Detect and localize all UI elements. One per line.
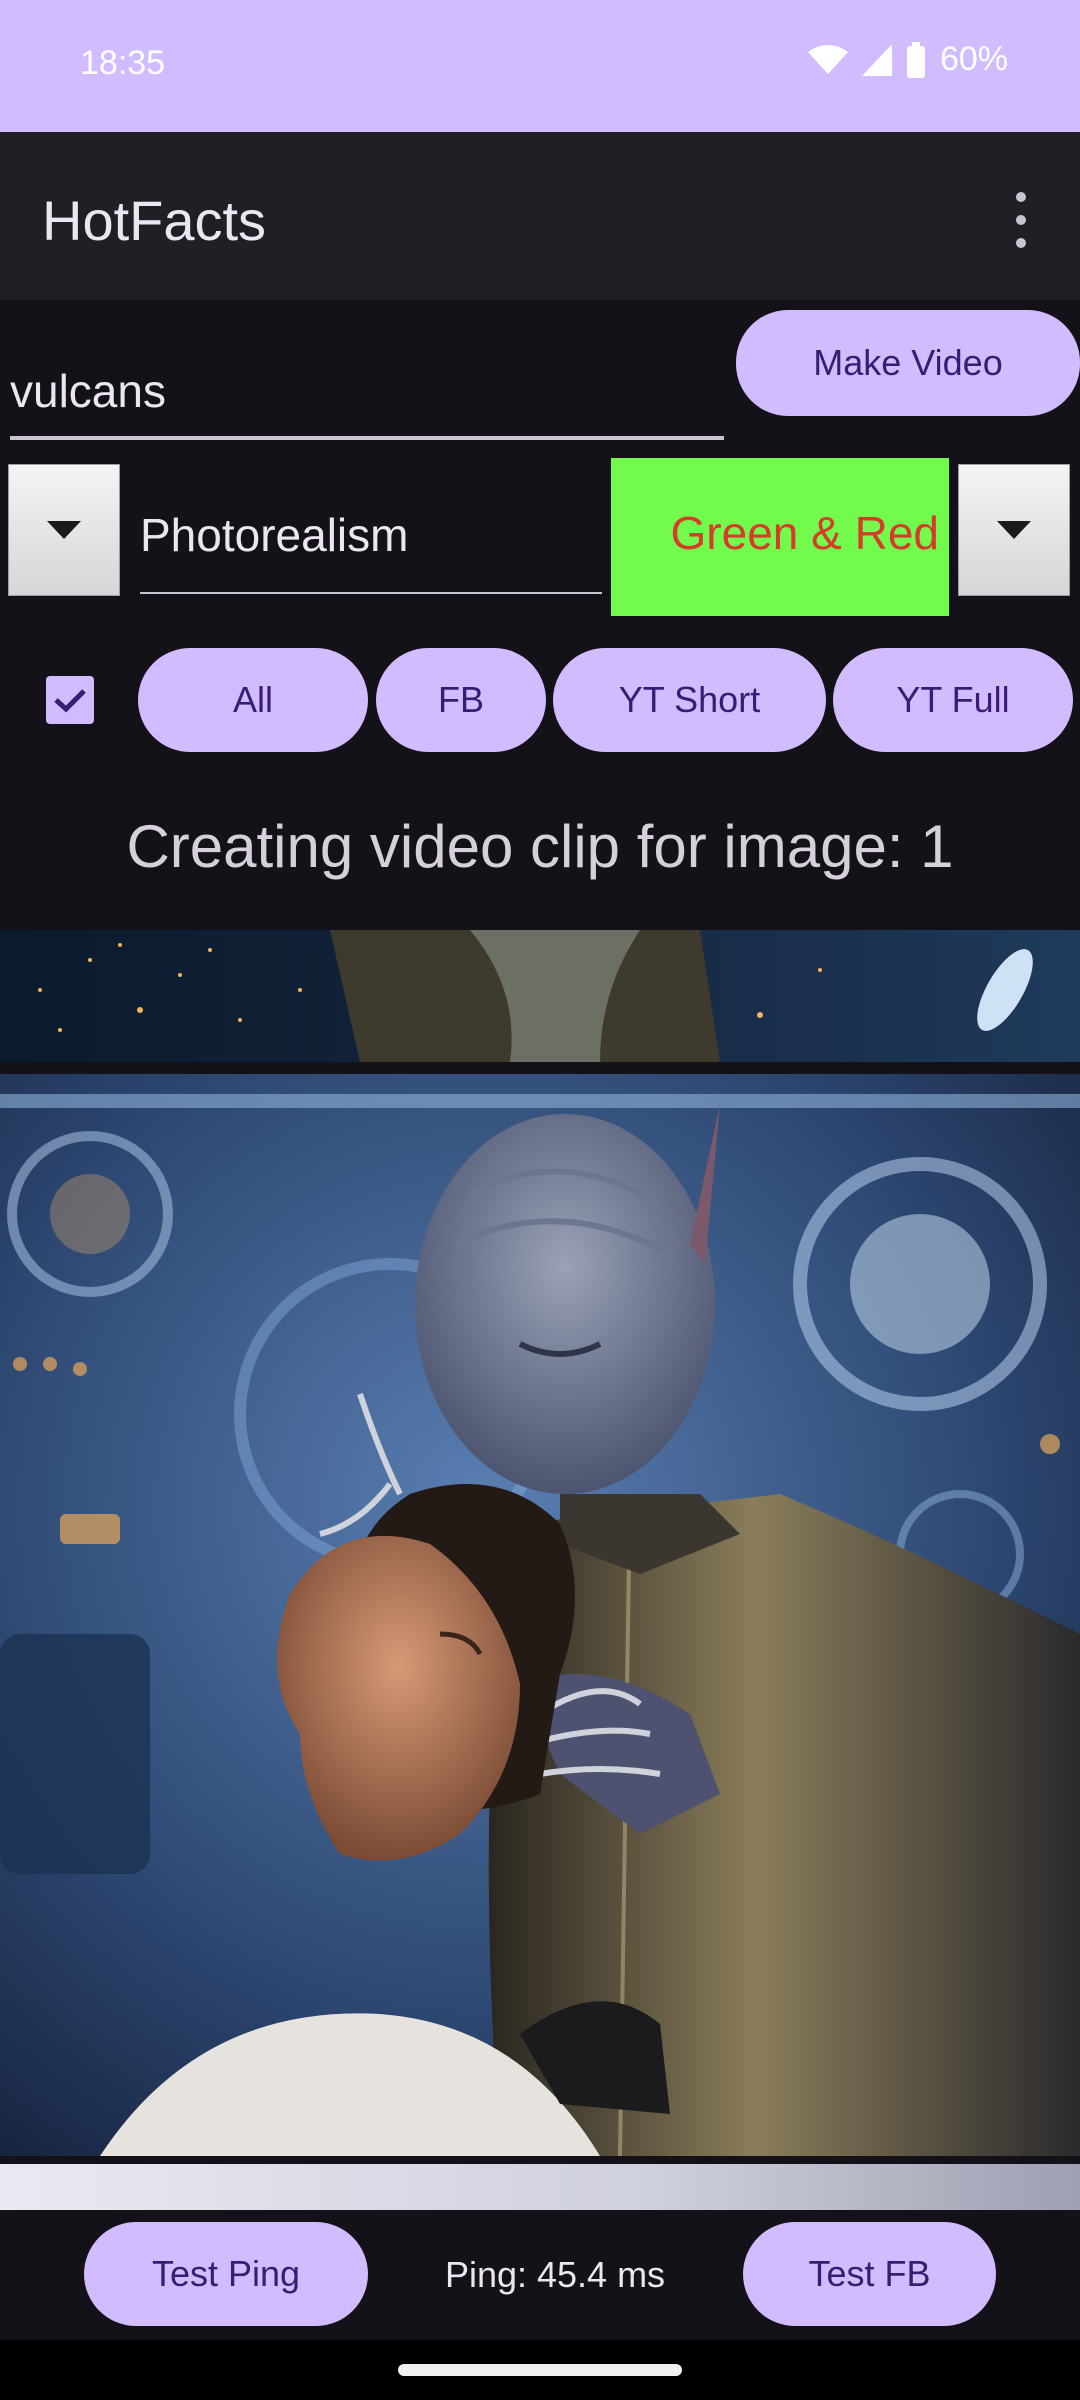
arrow-drop-down-icon — [997, 521, 1031, 539]
color-dropdown-button[interactable] — [958, 464, 1070, 596]
platform-fb-button[interactable]: FB — [376, 648, 546, 752]
platform-yt-short-button[interactable]: YT Short — [553, 648, 826, 752]
more-vert-icon[interactable] — [1005, 192, 1037, 248]
status-text: Creating video clip for image: 1 — [126, 813, 954, 880]
make-video-button[interactable]: Make Video — [736, 310, 1080, 416]
previous-image-thumbnail — [0, 930, 1080, 1062]
test-ping-button[interactable]: Test Ping — [84, 2222, 368, 2326]
status-icons: 60% — [807, 40, 1008, 79]
arrow-drop-down-icon — [47, 521, 81, 539]
status-clock: 18:35 — [80, 44, 166, 82]
color-scheme-label: Green & Red — [670, 507, 939, 559]
select-all-checkbox[interactable] — [46, 676, 94, 724]
ping-readout: Ping: 45.4 ms — [444, 2254, 666, 2295]
signal-icon — [861, 43, 892, 76]
search-input[interactable] — [10, 346, 724, 440]
battery-percent: 60% — [939, 40, 1008, 78]
next-image-thumbnail — [0, 2164, 1080, 2210]
app-title: HotFacts — [42, 189, 267, 252]
platform-all-button[interactable]: All — [138, 648, 368, 752]
platform-yt-full-button[interactable]: YT Full — [833, 648, 1073, 752]
generated-image — [0, 1074, 1080, 2156]
check-icon — [54, 689, 86, 713]
wifi-icon — [807, 44, 848, 74]
home-gesture-handle[interactable] — [398, 2364, 682, 2376]
style-value: Photorealism — [140, 509, 409, 561]
battery-icon — [906, 41, 925, 78]
style-dropdown-button[interactable] — [8, 464, 120, 596]
test-fb-button[interactable]: Test FB — [743, 2222, 996, 2326]
